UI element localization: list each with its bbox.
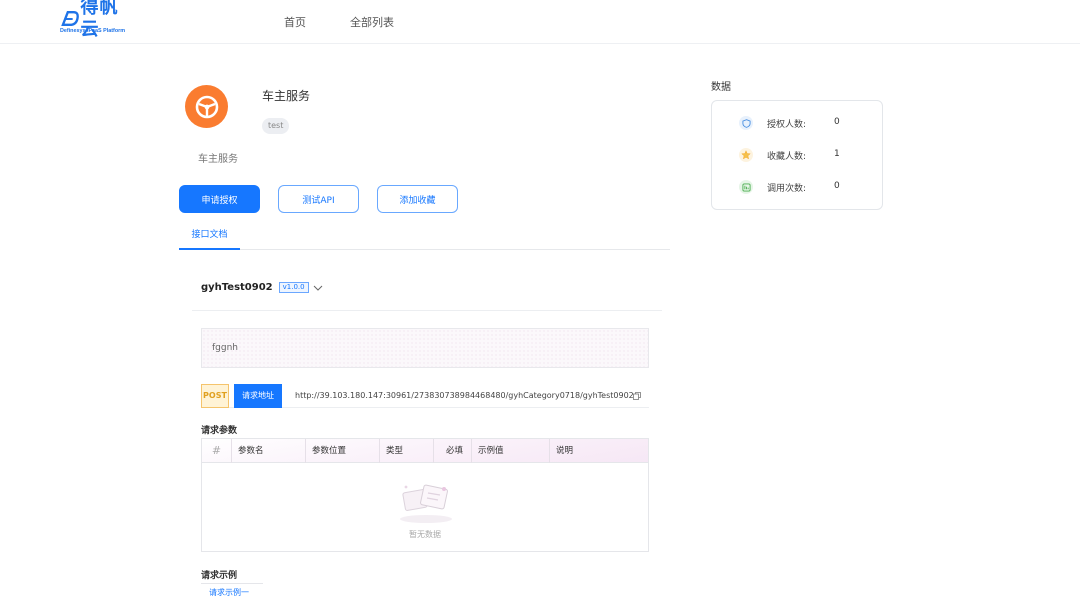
request-url[interactable]: http://39.103.180.147:30961/273830738984… [295, 391, 634, 400]
api-description: fggnh [212, 343, 239, 353]
params-table: # 参数名 参数位置 类型 必填 示例值 说明 暂无数据 [201, 438, 649, 552]
stat-calls: 调用次数: 0 [712, 179, 882, 195]
nav-all-list[interactable]: 全部列表 [350, 14, 394, 30]
params-table-header: # 参数名 参数位置 类型 必填 示例值 说明 [202, 439, 648, 463]
service-tag: test [262, 118, 290, 134]
logo[interactable]: 得帆云 Definesys iPaaS Platform [60, 0, 136, 40]
stat-value: 0 [834, 117, 840, 127]
col-required: 必填 [434, 439, 472, 463]
star-icon [739, 148, 753, 162]
col-type: 类型 [380, 439, 434, 463]
request-params-title: 请求参数 [201, 426, 238, 436]
top-navbar: 得帆云 Definesys iPaaS Platform 首页 全部列表 [0, 0, 1080, 44]
api-name: gyhTest0902 [201, 282, 273, 293]
copy-icon[interactable] [633, 392, 641, 400]
calls-icon [739, 180, 753, 194]
shield-icon [739, 116, 753, 130]
stats-card: 授权人数: 0 收藏人数: 1 调用次数: 0 [711, 100, 883, 210]
request-url-label: 请求地址 [234, 384, 282, 408]
empty-data-icon [400, 484, 452, 523]
logo-text: 得帆云 [80, 0, 119, 40]
method-badge: POST [201, 384, 229, 408]
nav-home[interactable]: 首页 [284, 14, 306, 30]
service-title: 车主服务 [262, 89, 311, 103]
col-index: # [202, 439, 232, 463]
col-description: 说明 [556, 446, 574, 456]
stat-label: 授权人数: [767, 120, 807, 130]
stat-value: 0 [834, 181, 840, 191]
col-param-name: 参数名 [232, 439, 306, 463]
version-selector[interactable]: gyhTest0902 v1.0.0 [201, 282, 323, 293]
logo-subtitle: Definesys iPaaS Platform [60, 28, 126, 34]
test-api-button[interactable]: 测试API [278, 185, 359, 213]
stat-value: 1 [834, 149, 840, 159]
steering-wheel-icon [195, 95, 218, 118]
api-description-box: fggnh [201, 328, 649, 368]
doc-tabs: 接口文档 [179, 226, 670, 250]
tab-request-example-1[interactable]: 请求示例一 [201, 583, 263, 597]
add-favorite-button[interactable]: 添加收藏 [377, 185, 458, 213]
chevron-down-icon[interactable] [313, 283, 323, 293]
request-url-row: POST 请求地址 http://39.103.180.147:30961/27… [201, 384, 649, 408]
stat-authorized: 授权人数: 0 [712, 115, 882, 131]
col-example: 示例值 [472, 439, 550, 463]
tab-api-docs[interactable]: 接口文档 [179, 226, 240, 250]
logo-mark-icon [61, 11, 79, 27]
divider [192, 310, 662, 311]
service-description: 车主服务 [198, 154, 238, 165]
col-param-position: 参数位置 [306, 439, 380, 463]
version-badge: v1.0.0 [278, 282, 309, 293]
service-avatar [185, 85, 228, 128]
request-example-title: 请求示例 [201, 571, 238, 581]
stat-label: 收藏人数: [767, 152, 807, 162]
stats-title: 数据 [711, 82, 731, 93]
empty-text: 暂无数据 [409, 530, 441, 539]
logo-main: 得帆云 [60, 0, 136, 40]
apply-authorization-button[interactable]: 申请授权 [179, 185, 260, 213]
stat-favorites: 收藏人数: 1 [712, 147, 882, 163]
stat-label: 调用次数: [767, 184, 807, 194]
